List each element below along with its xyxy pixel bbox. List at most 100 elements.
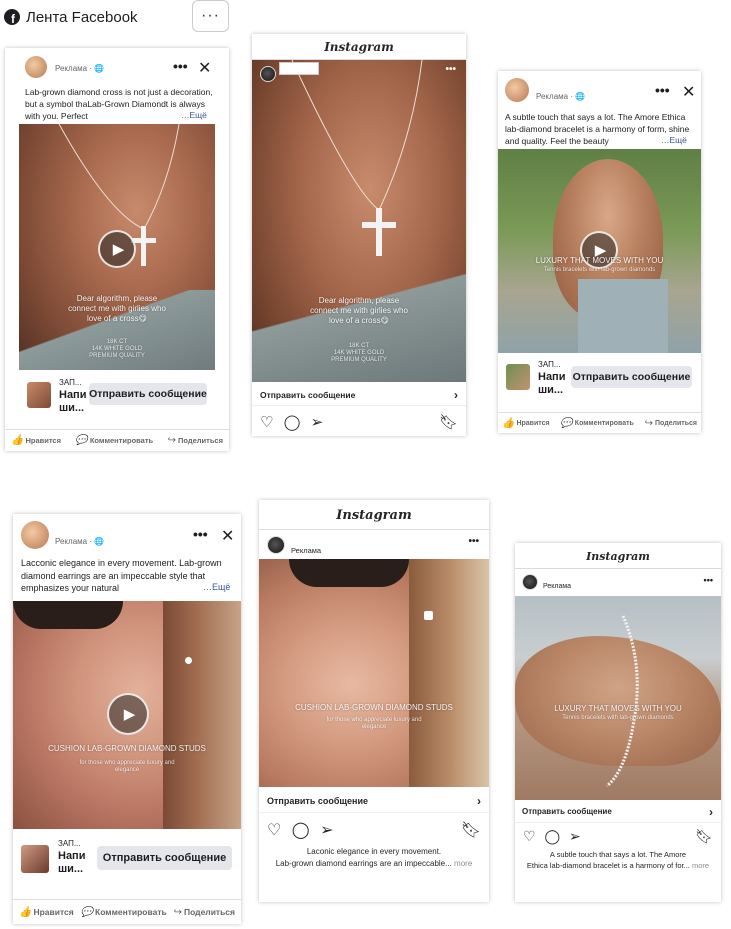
image-overlay-text: Dear algorithm, please connect me with g… (310, 296, 408, 325)
send-message-cta[interactable]: Отправить сообщение › (252, 384, 466, 406)
send-icon[interactable]: ➢ (311, 414, 324, 431)
comment-icon: 💬 (80, 906, 94, 918)
sponsored-label: Реклама · 🌐 (55, 64, 105, 73)
comment-button[interactable]: 💬 Комментировать (81, 907, 167, 918)
comment-button[interactable]: 💬 Комментировать (560, 418, 634, 429)
heart-icon[interactable]: ♡ (260, 414, 273, 431)
comment-icon[interactable]: ◯ (544, 828, 560, 844)
share-button[interactable]: ↪ Поделиться (645, 418, 697, 429)
post-actions-bar: 👍 Нравится 💬 Комментировать ↪ Поделиться (498, 412, 701, 433)
globe-icon: 🌐 (94, 537, 105, 546)
close-icon[interactable]: ✕ (221, 526, 234, 546)
video-overlay-text: CUSHION LAB-GROWN DIAMOND STUDS (48, 744, 206, 753)
ig-ad-card-earrings: Instagram Реклама ••• CUSHION LAB-GROWN … (259, 500, 489, 902)
feed-header: f Лента Facebook (4, 6, 138, 28)
ad-image[interactable]: LUXURY THAT MOVES WITH YOU Tennis bracel… (515, 596, 721, 800)
bookmark-icon[interactable]: 🔖︎ (461, 820, 481, 840)
post-menu-dots-icon[interactable]: ••• (193, 526, 208, 542)
like-button[interactable]: 👍 Нравится (19, 907, 74, 918)
share-button[interactable]: ↪ Поделиться (168, 435, 223, 446)
necklace-graphic (291, 60, 423, 256)
play-icon[interactable]: ▶ (107, 693, 149, 735)
post-menu-dots-icon[interactable]: ••• (468, 536, 479, 547)
fb-ad-card-cross: Реклама · 🌐 ••• ✕ Lab-grown diamond cros… (5, 48, 229, 451)
more-link[interactable]: more (454, 859, 472, 868)
like-button[interactable]: 👍 Нравится (502, 418, 550, 429)
sponsored-label: Реклама · 🌐 (55, 537, 105, 546)
send-message-cta[interactable]: Отправить сообщение › (259, 789, 489, 813)
more-options-button[interactable]: ··· (192, 0, 229, 32)
send-icon[interactable]: ➢ (569, 828, 581, 844)
ig-ad-card-cross: Instagram ••• Dear algorithm, please con… (252, 34, 466, 436)
feed-title: Лента Facebook (26, 8, 138, 26)
like-button[interactable]: 👍 Нравится (11, 435, 61, 446)
chevron-right-icon: › (477, 794, 481, 808)
ad-video[interactable]: ▶ LUXURY THAT MOVES WITH YOU Tennis brac… (498, 149, 701, 353)
ad-video[interactable]: ▶ CUSHION LAB-GROWN DIAMOND STUDS for th… (13, 601, 241, 829)
image-overlay-text: LUXURY THAT MOVES WITH YOU (554, 704, 682, 713)
advertiser-avatar[interactable] (505, 78, 529, 102)
close-icon[interactable]: ✕ (198, 58, 211, 78)
advertiser-avatar[interactable] (25, 56, 47, 78)
send-message-button[interactable]: Отправить сообщение (97, 846, 232, 870)
sponsored-label: Реклама · 🌐 (536, 92, 586, 101)
instagram-logo: Instagram (259, 500, 489, 530)
heart-icon[interactable]: ♡ (267, 822, 281, 839)
comment-icon[interactable]: ◯ (292, 822, 310, 839)
share-button[interactable]: ↪ Поделиться (174, 907, 235, 918)
see-more-link[interactable]: …Ещё (203, 582, 231, 592)
fb-ad-card-earrings: Реклама · 🌐 ••• ✕ Lacconic elegance in e… (13, 514, 241, 924)
cta-thumbnail (21, 845, 49, 873)
thumbs-up-icon: 👍 (502, 417, 515, 429)
send-message-button[interactable]: Отправить сообщение (89, 383, 207, 405)
chevron-right-icon: › (709, 805, 713, 819)
image-overlay-subtext: 18K CT 14K WHITE GOLD PREMIUM QUALITY (331, 343, 387, 363)
send-message-button[interactable]: Отправить сообщение (571, 366, 692, 388)
video-overlay-text: LUXURY THAT MOVES WITH YOU (535, 256, 664, 265)
bookmark-icon[interactable]: 🔖︎ (695, 828, 713, 845)
comment-icon[interactable]: ◯ (284, 414, 301, 431)
ig-action-icons: ♡ ◯ ➢ 🔖︎ (267, 820, 481, 840)
thumbs-up-icon: 👍 (19, 906, 32, 918)
cta-label: ЗАП... Напи ши... (58, 839, 86, 875)
bracelet-graphic (605, 615, 639, 788)
see-more-link[interactable]: …Ещё (181, 110, 207, 120)
redacted-name (279, 62, 319, 75)
share-icon: ↪ (173, 906, 182, 918)
image-overlay-subtext: for those who appreciate luxury and eleg… (326, 717, 422, 730)
bookmark-icon[interactable]: 🔖︎ (439, 413, 458, 431)
video-overlay-text: Dear algorithm, please connect me with g… (68, 294, 166, 323)
advertiser-avatar[interactable] (21, 521, 49, 549)
heart-icon[interactable]: ♡ (523, 828, 536, 844)
send-icon[interactable]: ➢ (320, 822, 333, 839)
advertiser-avatar[interactable] (260, 66, 276, 82)
post-menu-dots-icon[interactable]: ••• (173, 58, 188, 74)
send-message-cta[interactable]: Отправить сообщение › (515, 801, 721, 823)
cta-thumbnail (27, 382, 51, 408)
post-menu-dots-icon[interactable]: ••• (655, 82, 670, 98)
instagram-logo: Instagram (515, 543, 721, 569)
ad-caption: Lacconic elegance in every movement. Lab… (21, 558, 222, 593)
post-menu-dots-icon[interactable]: ••• (704, 575, 713, 585)
comment-icon: 💬 (75, 435, 88, 446)
cta-label: ЗАП... Напи ши... (538, 360, 566, 396)
thumbs-up-icon: 👍 (11, 435, 24, 446)
ad-image[interactable]: CUSHION LAB-GROWN DIAMOND STUDS for thos… (259, 559, 489, 787)
ad-video[interactable]: ▶ Dear algorithm, please connect me with… (19, 124, 215, 370)
play-icon[interactable]: ▶ (98, 230, 136, 268)
see-more-link[interactable]: …Ещё (661, 135, 687, 145)
comment-button[interactable]: 💬 Комментировать (75, 435, 153, 446)
advertiser-avatar[interactable] (522, 574, 538, 590)
post-menu-dots-icon[interactable]: ••• (445, 64, 456, 75)
sponsored-label: Реклама (291, 546, 322, 555)
video-overlay-subtext: Tennis bracelets with lab-grown diamonds (543, 267, 656, 273)
instagram-logo: Instagram (252, 34, 466, 60)
more-link[interactable]: more (692, 861, 709, 870)
ad-image[interactable]: ••• Dear algorithm, please connect me wi… (252, 60, 466, 382)
ig-caption: Laconic elegance in every movement. Lab-… (275, 847, 473, 868)
image-overlay-subtext: Tennis bracelets with lab-grown diamonds (562, 715, 674, 721)
ig-caption: A subtle touch that says a lot. The Amor… (526, 850, 710, 870)
ig-action-icons: ♡ ◯ ➢ 🔖︎ (260, 413, 458, 431)
advertiser-avatar[interactable] (267, 536, 285, 554)
close-icon[interactable]: ✕ (682, 82, 695, 102)
